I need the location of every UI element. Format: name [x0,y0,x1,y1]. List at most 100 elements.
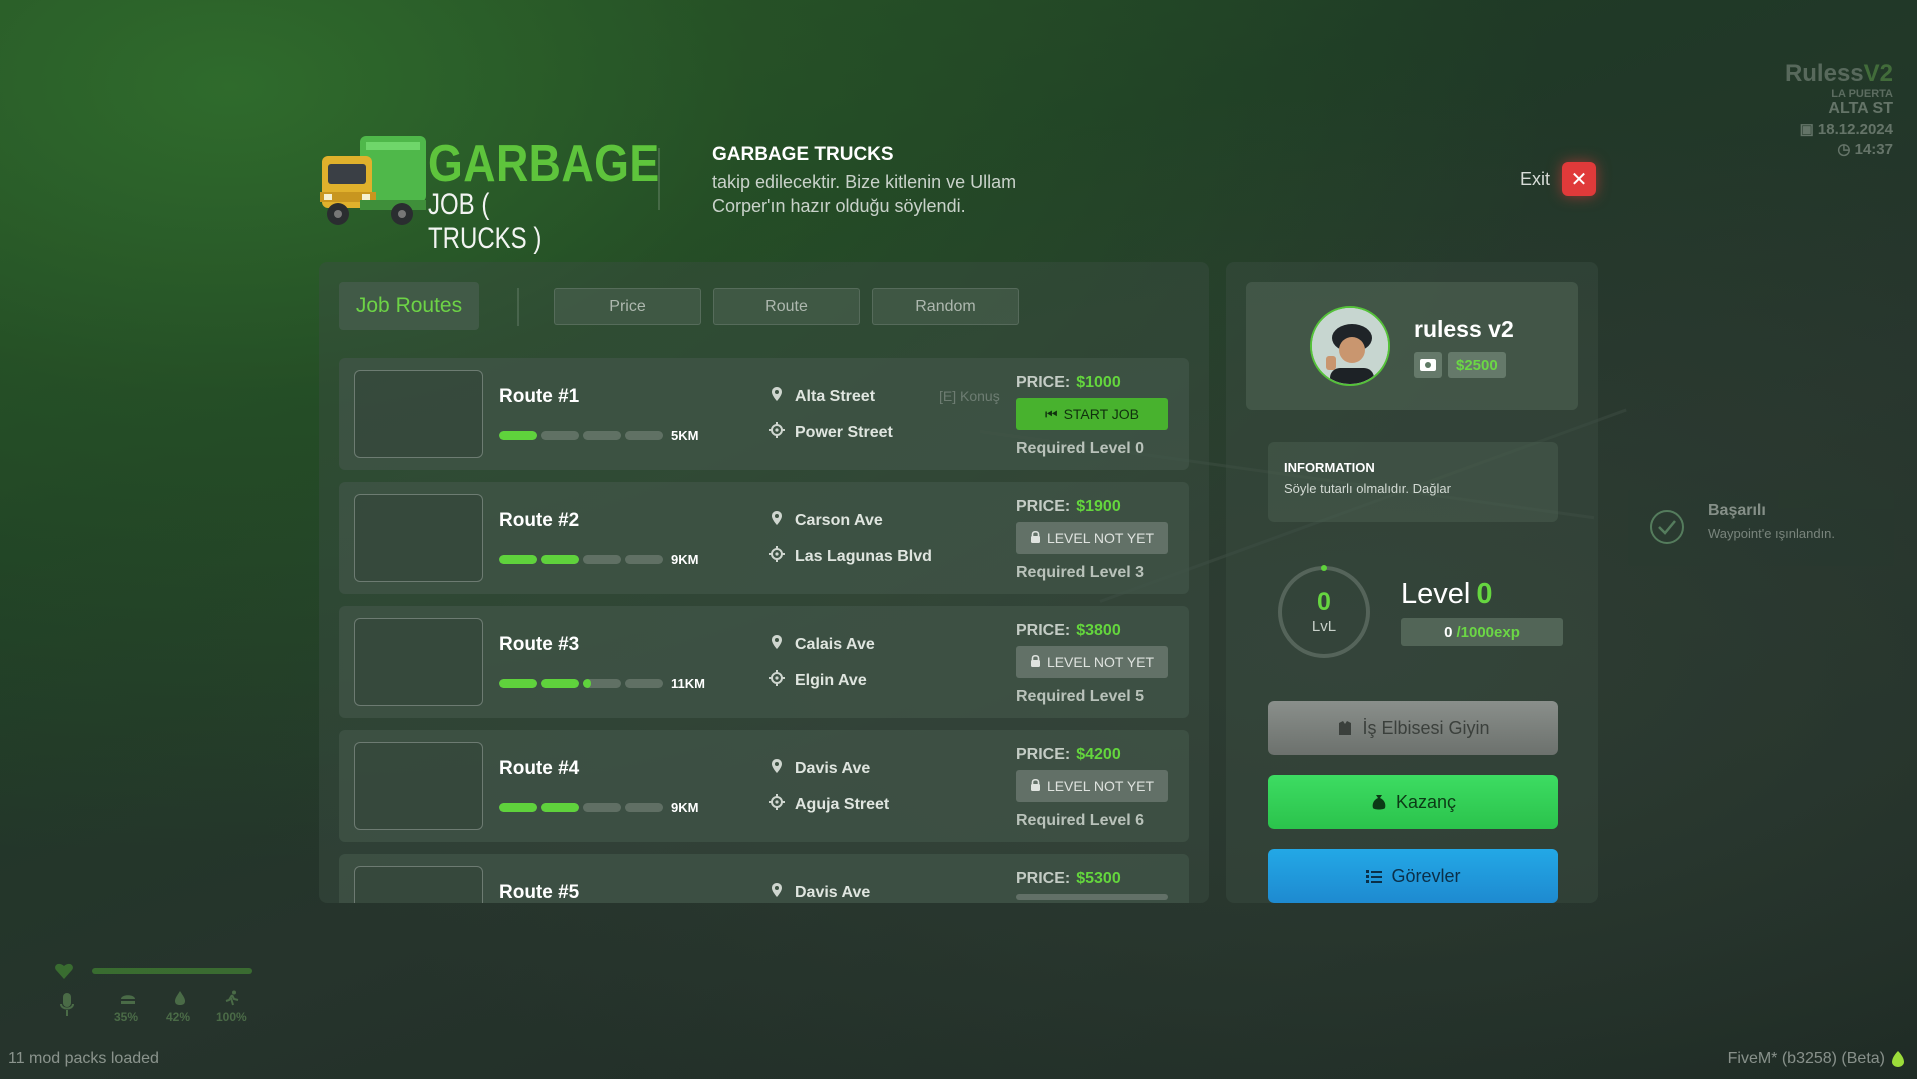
stamina-icon [225,990,239,1006]
hunger-icon [121,995,135,1004]
route-distance-bar: 11KM [499,676,705,691]
fivem-logo-icon [1892,1051,1904,1067]
lock-icon [1030,778,1041,794]
level-title-label: Level [1401,578,1471,610]
route-end: Power Street [769,422,893,443]
price-label: PRICE: [1016,870,1071,887]
level-ring-value: 0 [1317,588,1331,616]
crosshair-icon [769,422,785,443]
money-row: $2500 [1414,352,1506,378]
start-job-label: START JOB [1063,406,1140,422]
filter-random-button[interactable]: Random [872,288,1019,325]
level-locked-label: LEVEL NOT YET [1046,530,1155,546]
calendar-icon: ▣ [1799,121,1818,138]
hud-street: ALTA ST [1828,100,1893,117]
logo-subtitle: JOB ( TRUCKS ) [428,188,542,255]
route-end-label: Elgin Ave [795,671,867,689]
notification-title: Başarılı [1708,502,1766,519]
route-end: Aguja Street [769,794,889,815]
wear-uniform-label: İş Elbisesi Giyin [1362,717,1490,738]
job-routes-panel: Job Routes Price Route Random Route #1 5K… [319,262,1209,903]
distance-segment [625,431,663,440]
route-card[interactable]: Route #1 5KM Alta Street Power Street PRICE:… [339,358,1189,470]
level-locked-button[interactable] [1016,894,1168,900]
notification-text: Waypoint'e ışınlandın. [1708,526,1836,541]
distance-segment [541,555,579,564]
price-label: PRICE: [1016,374,1071,391]
wear-uniform-button[interactable]: İş Elbisesi Giyin [1268,701,1558,755]
experience-box: 0 /1000exp [1401,618,1563,646]
route-name: Route #2 [499,510,580,531]
close-icon: ✕ [1570,168,1588,191]
health-bar [92,968,252,974]
price-value: $4200 [1076,746,1121,763]
hud-area: LA PUERTA [1831,88,1893,100]
route-start: Davis Ave [769,758,870,779]
route-card[interactable]: Route #3 11KM Calais Ave Elgin Ave PRICE: $38… [339,606,1189,718]
exp-current: 0 [1444,623,1453,641]
route-price: PRICE: $5300 [1016,870,1121,888]
cash-icon [1414,352,1442,378]
server-brand: RulessV2 [1785,60,1893,88]
route-distance-bar: 9KM [499,552,698,567]
route-start: Alta Street [769,386,875,407]
route-card[interactable]: Route #2 9KM Carson Ave Las Lagunas Blvd PRI… [339,482,1189,594]
lock-icon [1030,530,1041,546]
filter-price-button[interactable]: Price [554,288,701,325]
level-locked-button[interactable]: LEVEL NOT YET [1016,522,1168,554]
route-price: PRICE: $1000 [1016,374,1121,392]
logo-title: GARBAGE [428,135,660,193]
route-start: Calais Ave [769,634,875,655]
price-value: $1900 [1076,498,1121,515]
distance-segment [583,555,621,564]
location-pin-icon [769,386,785,407]
tab-job-routes[interactable]: Job Routes [339,282,479,330]
start-job-button[interactable]: ⏮ START JOB [1016,398,1168,430]
distance-segment [583,431,621,440]
distance-segment [625,679,663,688]
route-distance: 9KM [671,552,699,567]
player-panel: ruless v2 $2500 INFORMATION Söyle tutarl… [1226,262,1598,903]
avatar [1310,306,1390,386]
exit-button[interactable]: ✕ [1562,162,1597,196]
route-thumbnail [354,370,483,458]
route-list: Route #1 5KM Alta Street Power Street PRICE:… [339,358,1189,903]
level-locked-button[interactable]: LEVEL NOT YET [1016,646,1168,678]
distance-segment [541,803,579,812]
route-distance-bar: 5KM [499,428,698,443]
required-level: Required Level 6 [1016,812,1145,829]
play-icon: ⏮ [1044,405,1058,422]
route-card[interactable]: Route #4 9KM Davis Ave Aguja Street PRICE: $4… [339,730,1189,842]
header-divider [658,148,660,210]
mod-packs-status: 11 mod packs loaded [8,1050,159,1067]
route-end-label: Power Street [795,423,893,441]
job-logo: GARBAGE JOB ( TRUCKS ) [318,126,659,255]
exp-max: /1000exp [1456,623,1520,641]
route-thumbnail [354,494,483,582]
earnings-label: Kazanç [1395,791,1457,812]
username: ruless v2 [1414,316,1514,342]
profile-card: ruless v2 $2500 [1246,282,1578,410]
clock-icon: ◷ [1837,141,1855,158]
level-locked-button[interactable]: LEVEL NOT YET [1016,770,1168,802]
lock-icon [1030,654,1041,670]
level-title: Level 0 [1401,578,1492,611]
distance-segment [499,803,537,812]
money-balance: $2500 [1448,352,1506,378]
hud-date-value: 18.12.2024 [1817,121,1893,138]
hunger-stat: 35% [114,1010,139,1024]
price-value: $1000 [1076,374,1121,391]
required-level: Required Level 3 [1016,564,1145,581]
status-hud: 35% 42% 100% [52,962,262,1028]
page-title: GARBAGE TRUCKS [712,144,894,165]
level-value: 0 [1476,578,1493,610]
tasks-button[interactable]: Görevler [1268,849,1558,903]
filter-route-button[interactable]: Route [713,288,860,325]
route-card[interactable]: Route #5 Davis Ave PRICE: $5300 [339,854,1189,903]
microphone-icon [60,993,74,1016]
price-value: $5300 [1076,870,1121,887]
route-price: PRICE: $1900 [1016,498,1121,516]
level-locked-label: LEVEL NOT YET [1046,654,1155,670]
earnings-button[interactable]: Kazanç [1268,775,1558,829]
required-level: Required Level 0 [1016,440,1145,457]
